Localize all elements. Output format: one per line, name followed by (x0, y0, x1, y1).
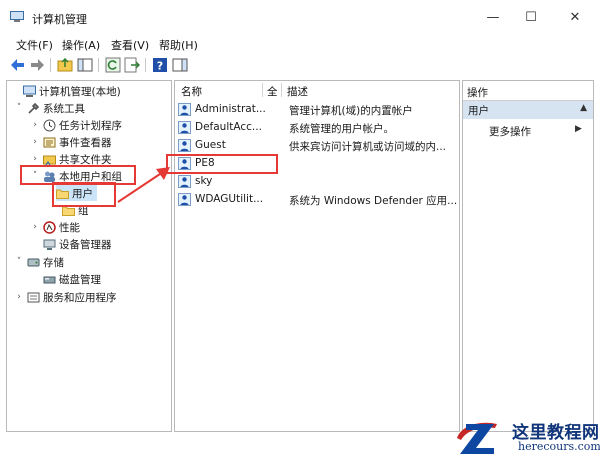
tree-item-label: 设备管理器 (59, 238, 112, 251)
tree-item-label: 磁盘管理 (59, 273, 101, 286)
table-row[interactable]: Administrat... 管理计算机(域)的内置帐户 (178, 102, 458, 118)
column-header-full-name[interactable]: 全 (267, 84, 278, 99)
tree-item-label: 性能 (59, 221, 80, 234)
tree-item-label: 任务计划程序 (59, 119, 122, 132)
watermark-url: herecours.com (518, 440, 600, 453)
menu-action[interactable]: 操作(A) (62, 37, 100, 53)
tree-item-computer-management[interactable]: 计算机管理(本地) (10, 83, 121, 99)
table-row[interactable]: sky (178, 174, 458, 190)
tree-item-performance[interactable]: › 性能 (30, 219, 80, 235)
chevron-right-icon[interactable]: ▶ (575, 124, 582, 134)
user-description: 供来宾访问计算机或访问域的内... (289, 141, 447, 153)
chevron-right-icon[interactable]: › (30, 222, 40, 232)
actions-section-users[interactable]: 用户 ▲ (463, 101, 593, 119)
user-name: DefaultAcc... (195, 121, 262, 133)
column-header-description[interactable]: 描述 (287, 84, 308, 99)
table-row[interactable]: Guest 供来宾访问计算机或访问域的内... (178, 138, 458, 154)
window-title: 计算机管理 (32, 13, 87, 26)
menu-help[interactable]: 帮助(H) (159, 37, 198, 53)
table-row[interactable]: WDAGUtilit... 系统为 Windows Defender 应用... (178, 192, 458, 208)
performance-icon (43, 220, 56, 234)
table-row[interactable]: DefaultAcc... 系统管理的用户帐户。 (178, 120, 458, 136)
highlight-pe8-user (166, 154, 278, 174)
toolbar: ? (0, 54, 600, 76)
user-icon (178, 103, 191, 116)
svg-text:?: ? (157, 60, 163, 73)
tree-item-device-manager[interactable]: 设备管理器 (43, 236, 112, 252)
tree-item-label: 事件查看器 (59, 136, 112, 149)
help-icon[interactable]: ? (152, 57, 168, 73)
tree-item-services-applications[interactable]: › 服务和应用程序 (14, 289, 117, 305)
highlight-users-folder (52, 182, 116, 207)
chevron-right-icon[interactable]: › (30, 154, 40, 164)
tree-item-disk-management[interactable]: 磁盘管理 (43, 271, 101, 287)
tree-item-storage[interactable]: ˅ 存储 (14, 254, 64, 270)
computer-management-icon (10, 11, 24, 22)
tree-item-label: 服务和应用程序 (43, 291, 117, 304)
user-description: 系统为 Windows Defender 应用... (289, 195, 458, 207)
show-action-pane-icon[interactable] (172, 57, 188, 73)
actions-pane-title: 操作 (463, 81, 593, 101)
user-description: 管理计算机(域)的内置帐户 (289, 105, 413, 117)
collapse-icon[interactable]: ▲ (580, 103, 587, 113)
forward-arrow-icon[interactable] (29, 57, 45, 73)
computer-icon (23, 85, 36, 97)
refresh-icon[interactable] (105, 57, 121, 73)
storage-icon (27, 258, 40, 266)
show-tree-icon[interactable] (77, 57, 93, 73)
user-icon (178, 139, 191, 152)
close-button[interactable]: ✕ (561, 6, 589, 30)
more-actions-link[interactable]: 更多操作 (489, 124, 531, 139)
export-list-icon[interactable] (124, 57, 140, 73)
disk-icon (43, 276, 56, 283)
user-description: 系统管理的用户帐户。 (289, 123, 394, 135)
minimize-button[interactable]: — (479, 6, 507, 30)
tree-item-task-scheduler[interactable]: › 任务计划程序 (30, 117, 122, 133)
chevron-right-icon[interactable]: › (30, 137, 40, 147)
up-folder-icon[interactable] (57, 57, 73, 73)
chevron-right-icon[interactable]: › (30, 120, 40, 130)
shared-folder-icon (43, 155, 56, 165)
chevron-right-icon[interactable]: › (14, 292, 24, 302)
tree-item-event-viewer[interactable]: › 事件查看器 (30, 134, 112, 150)
maximize-button[interactable]: ☐ (517, 6, 545, 30)
user-name: Administrat... (195, 103, 266, 115)
menu-bar: 文件(F) 操作(A) 查看(V) 帮助(H) (0, 35, 600, 53)
title-bar: 计算机管理 — ☐ ✕ (0, 0, 600, 34)
clock-icon (43, 119, 56, 131)
user-name: sky (195, 175, 213, 187)
actions-section-label: 用户 (468, 105, 489, 117)
tree-item-label: 系统工具 (43, 102, 85, 115)
menu-view[interactable]: 查看(V) (111, 37, 149, 53)
event-viewer-icon (43, 137, 56, 147)
device-manager-icon (43, 239, 56, 250)
menu-file[interactable]: 文件(F) (16, 37, 53, 53)
chevron-down-icon[interactable]: ˅ (14, 103, 24, 113)
services-icon (27, 292, 40, 302)
tree-item-label: 计算机管理(本地) (39, 85, 121, 98)
tools-icon (28, 102, 40, 114)
tree-item-label: 存储 (43, 256, 64, 269)
list-header: 名称 全 描述 (175, 81, 459, 99)
tree-item-system-tools[interactable]: ˅ 系统工具 (14, 100, 85, 116)
annotation-arrow-icon (117, 167, 170, 203)
user-icon (178, 121, 191, 134)
user-name: WDAGUtilit... (195, 193, 264, 205)
column-header-name[interactable]: 名称 (181, 84, 202, 99)
back-arrow-icon[interactable] (10, 57, 26, 73)
chevron-down-icon[interactable]: ˅ (14, 257, 24, 267)
user-name: Guest (195, 139, 226, 151)
